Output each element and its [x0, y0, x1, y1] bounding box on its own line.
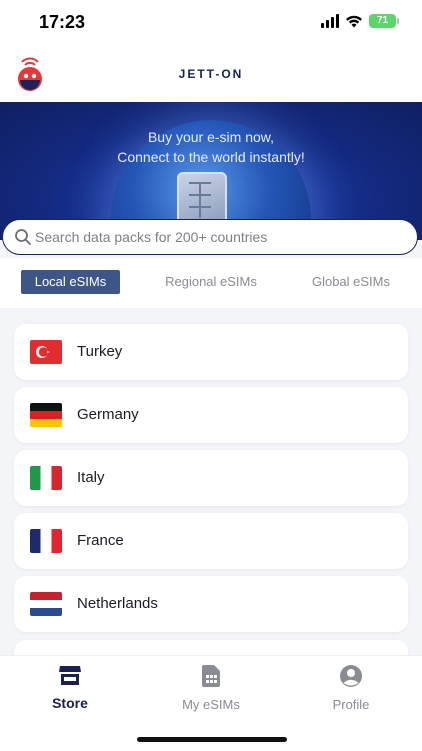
list-item-france[interactable]: France: [14, 513, 408, 569]
profile-icon: [340, 665, 362, 687]
list-item-turkey[interactable]: Turkey: [14, 324, 408, 380]
status-bar: 17:23 71: [0, 0, 422, 48]
country-name: Netherlands: [77, 595, 158, 612]
battery-icon: 71: [369, 14, 399, 28]
list-item-germany[interactable]: Germany: [14, 387, 408, 443]
netherlands-flag-icon: [30, 592, 62, 616]
app-title: JETT-ON: [178, 67, 244, 81]
search-icon: [15, 229, 31, 245]
app-header: JETT-ON: [0, 48, 422, 102]
wifi-icon: [346, 15, 362, 28]
nav-label: My eSIMs: [182, 697, 240, 712]
nav-label: Profile: [332, 697, 370, 712]
nav-store[interactable]: Store: [20, 664, 120, 711]
italy-flag-icon: [30, 466, 62, 490]
nav-profile[interactable]: Profile: [301, 664, 401, 712]
tab-global-esims[interactable]: Global eSIMs: [299, 270, 403, 294]
esim-type-tabs: Local eSIMs Regional eSIMs Global eSIMs: [0, 258, 422, 308]
list-item-italy[interactable]: Italy: [14, 450, 408, 506]
tab-regional-esims[interactable]: Regional eSIMs: [155, 270, 267, 294]
list-item-netherlands[interactable]: Netherlands: [14, 576, 408, 632]
country-name: Italy: [77, 469, 105, 486]
france-flag-icon: [30, 529, 62, 553]
sim-card-icon: [202, 665, 220, 687]
country-name: France: [77, 532, 124, 549]
nav-label: Store: [52, 695, 88, 711]
banner-subheadline: Connect to the world instantly!: [117, 149, 305, 165]
cellular-signal-icon: [321, 14, 339, 28]
nav-my-esims[interactable]: My eSIMs: [161, 664, 261, 712]
home-indicator: [137, 737, 287, 742]
search-input[interactable]: [35, 220, 395, 253]
store-icon: [59, 666, 81, 685]
country-name: Germany: [77, 406, 139, 423]
germany-flag-icon: [30, 403, 62, 427]
turkey-flag-icon: [30, 340, 62, 364]
tab-local-esims[interactable]: Local eSIMs: [21, 270, 120, 294]
country-name: Turkey: [77, 343, 123, 360]
status-time: 17:23: [39, 12, 86, 32]
search-bar[interactable]: [2, 219, 418, 255]
banner-headline: Buy your e-sim now,: [147, 129, 275, 145]
